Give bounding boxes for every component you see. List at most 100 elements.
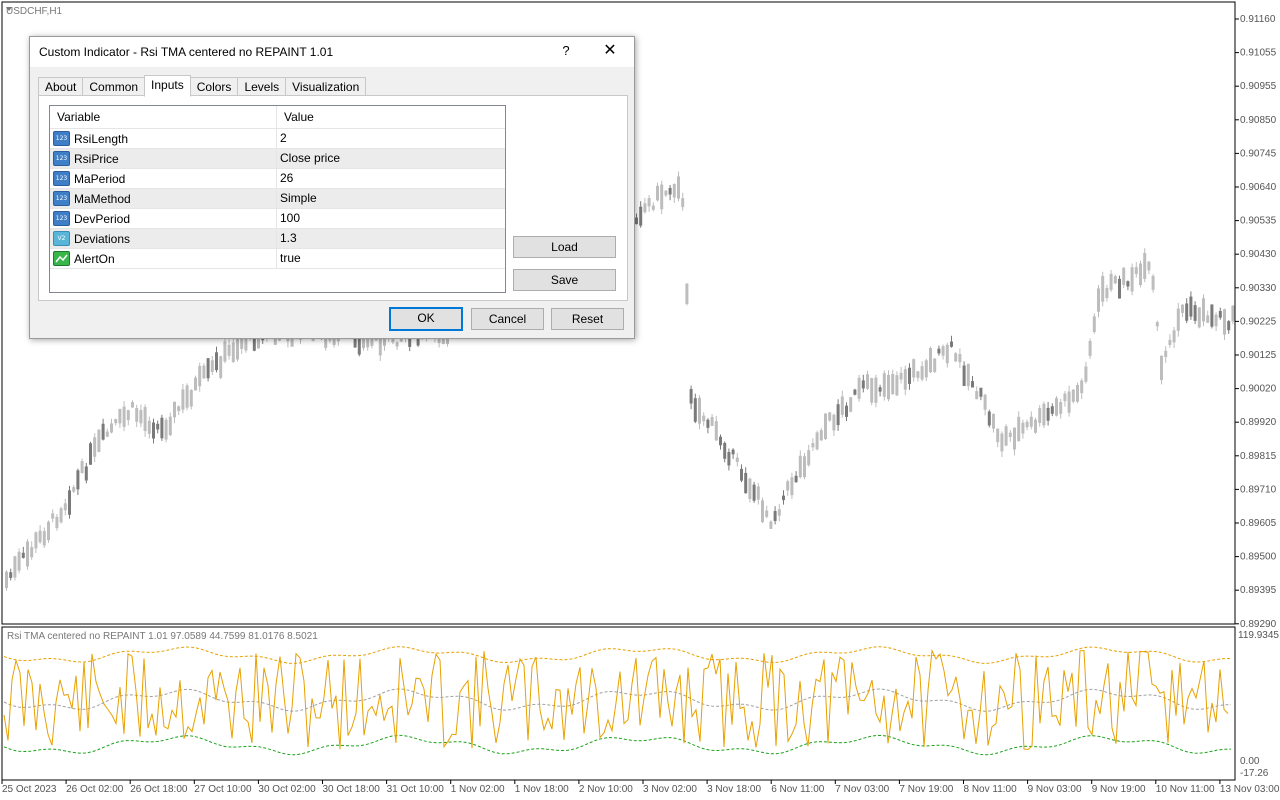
candle-body [790, 477, 794, 496]
tab-levels[interactable]: Levels [237, 77, 287, 97]
time-tick-label: 30 Oct 02:00 [258, 784, 316, 795]
candle-body [866, 374, 869, 389]
param-row-devperiod[interactable]: 123 DevPeriod 100 [50, 209, 505, 229]
candle-body [664, 190, 668, 196]
price-tick-label: 0.89920 [1240, 417, 1277, 428]
candle-body [93, 437, 97, 457]
param-variable-cell: 123 MaPeriod [50, 169, 277, 188]
tab-colors[interactable]: Colors [189, 77, 239, 97]
dialog-titlebar[interactable]: Custom Indicator - Rsi TMA centered no R… [30, 37, 634, 67]
candle-body [1013, 427, 1016, 450]
candle-body [1218, 310, 1222, 318]
tab-inputs[interactable]: Inputs [144, 75, 191, 97]
param-row-rsilength[interactable]: 123 RsiLength 2 [50, 129, 505, 149]
price-tick-label: 0.89500 [1240, 552, 1277, 563]
candle-body [727, 452, 731, 466]
candle-body [798, 455, 802, 478]
tab-common[interactable]: Common [82, 77, 146, 97]
column-header-value[interactable]: Value [277, 106, 314, 128]
time-tick-label: 10 Nov 11:00 [1156, 784, 1215, 795]
candle-body [76, 470, 80, 490]
time-tick-label: 7 Nov 19:00 [899, 784, 953, 795]
candle-body [1029, 416, 1033, 427]
param-row-maperiod[interactable]: 123 MaPeriod 26 [50, 169, 505, 189]
param-value[interactable]: Close price [277, 149, 340, 168]
candle-body [1000, 433, 1004, 452]
candle-body [1004, 426, 1008, 446]
param-variable-cell: 123 RsiLength [50, 129, 277, 148]
candle-body [908, 367, 911, 384]
candle-body [899, 372, 903, 380]
candle-body [874, 377, 878, 403]
candle-body [891, 373, 895, 395]
candle-body [1214, 314, 1218, 327]
candle-body [983, 394, 987, 410]
candle-body [1206, 315, 1210, 323]
candle-body [962, 365, 966, 386]
candle-body [1126, 281, 1130, 287]
indicator-tick-label: 119.9345 [1238, 630, 1279, 641]
candle-body [1197, 307, 1201, 328]
param-value[interactable]: true [277, 249, 301, 268]
param-value[interactable]: 26 [277, 169, 293, 188]
candle-body [1223, 309, 1226, 335]
param-row-alerton[interactable]: AlertOn true [50, 249, 505, 269]
candle-body [706, 419, 710, 428]
candle-body [9, 572, 13, 578]
candle-body [122, 406, 126, 427]
tab-visualization[interactable]: Visualization [285, 77, 367, 97]
candle-body [189, 390, 193, 407]
price-tick-label: 0.90430 [1240, 249, 1277, 260]
param-value[interactable]: 100 [277, 209, 300, 228]
candle-body [887, 375, 890, 400]
param-row-deviations[interactable]: V2 Deviations 1.3 [50, 229, 505, 249]
candle-body [110, 423, 113, 433]
param-value[interactable]: 1.3 [277, 229, 297, 248]
candle-body [156, 423, 160, 430]
candle-body [173, 401, 176, 418]
candle-body [1193, 305, 1197, 321]
candle-body [1063, 393, 1067, 402]
candle-body [97, 429, 101, 452]
candle-body [1105, 288, 1109, 299]
save-button[interactable]: Save [513, 269, 616, 291]
candle-body [735, 457, 739, 462]
param-name: RsiLength [74, 131, 129, 146]
candle-body [139, 410, 143, 424]
candle-body [194, 377, 197, 391]
reset-button[interactable]: Reset [551, 308, 624, 330]
price-tick-label: 0.90225 [1240, 316, 1277, 327]
candle-body [924, 360, 928, 378]
time-tick-label: 6 Nov 11:00 [771, 784, 825, 795]
time-tick-label: 3 Nov 18:00 [707, 784, 761, 795]
param-row-mamethod[interactable]: 123 MaMethod Simple [50, 189, 505, 209]
candle-body [710, 417, 714, 426]
param-value[interactable]: 2 [277, 129, 287, 148]
candle-body [68, 490, 71, 515]
param-value[interactable]: Simple [277, 189, 317, 208]
load-button[interactable]: Load [513, 236, 616, 258]
candle-body [870, 378, 874, 403]
candle-body [55, 516, 59, 529]
candle-body [681, 198, 685, 208]
close-icon[interactable]: ✕ [600, 41, 620, 61]
candle-body [143, 407, 147, 432]
help-button[interactable]: ? [558, 41, 574, 61]
price-tick-label: 0.90535 [1240, 216, 1277, 227]
param-row-rsiprice[interactable]: 123 RsiPrice Close price [50, 149, 505, 169]
column-header-variable[interactable]: Variable [50, 106, 277, 128]
candle-body [164, 419, 168, 440]
tab-about[interactable]: About [38, 77, 84, 97]
price-tick-label: 0.90955 [1240, 81, 1277, 92]
tab-bar: About Common Inputs Colors Levels Visualizati… [38, 75, 367, 97]
indicator-pane[interactable] [1, 626, 1236, 781]
ok-button[interactable]: OK [389, 307, 463, 331]
candle-body [794, 475, 798, 483]
param-name: RsiPrice [74, 151, 119, 166]
candle-body [51, 513, 55, 519]
candle-body [996, 428, 1000, 443]
indicator-title: Rsi TMA centered no REPAINT 1.01 97.0589… [7, 631, 318, 642]
candle-body [782, 495, 785, 501]
cancel-button[interactable]: Cancel [471, 308, 544, 330]
candle-body [1084, 366, 1088, 382]
